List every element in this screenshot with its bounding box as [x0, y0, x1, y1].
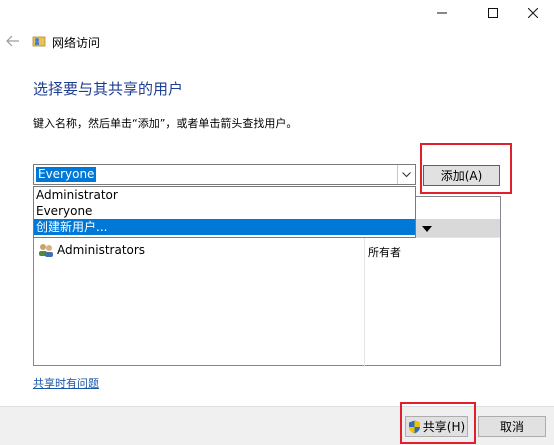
instruction-text: 键入名称，然后单击“添加”，或者单击箭头查找用户。 [33, 117, 298, 130]
chevron-down-icon [402, 171, 411, 177]
minimize-icon [437, 12, 447, 14]
user-group-icon [39, 244, 53, 257]
share-button-label: 共享(H) [422, 420, 466, 434]
dropdown-option-everyone[interactable]: Everyone [34, 203, 415, 219]
close-icon [528, 8, 538, 18]
footer-bar [0, 406, 554, 445]
list-item-permission: 所有者 [368, 246, 401, 259]
page-heading: 选择要与其共享的用户 [33, 80, 184, 98]
list-item[interactable]: Administrators [38, 243, 145, 257]
cancel-button[interactable]: 取消 [478, 416, 546, 437]
close-button[interactable] [510, 0, 554, 26]
dropdown-option-administrator[interactable]: Administrator [34, 187, 415, 203]
back-arrow-icon [6, 35, 19, 47]
user-name-combobox[interactable]: Everyone [33, 164, 416, 185]
share-button[interactable]: 共享(H) [405, 416, 468, 437]
level-dropdown-arrow-icon[interactable] [422, 226, 432, 232]
dropdown-option-create-user[interactable]: 创建新用户... [34, 219, 415, 235]
sharing-help-link[interactable]: 共享时有问题 [33, 375, 99, 391]
minimize-button[interactable] [419, 0, 465, 26]
combobox-dropdown-button[interactable] [397, 165, 415, 184]
shield-icon [408, 420, 420, 433]
combobox-value[interactable]: Everyone [36, 167, 97, 182]
network-folder-icon [32, 34, 46, 48]
user-dropdown-list[interactable]: Administrator Everyone 创建新用户... [33, 186, 416, 238]
list-item-name: Administrators [57, 243, 146, 257]
add-button[interactable]: 添加(A) [423, 165, 500, 186]
back-button[interactable] [4, 32, 22, 50]
maximize-icon [488, 8, 498, 18]
window-title: 网络访问 [52, 36, 101, 50]
